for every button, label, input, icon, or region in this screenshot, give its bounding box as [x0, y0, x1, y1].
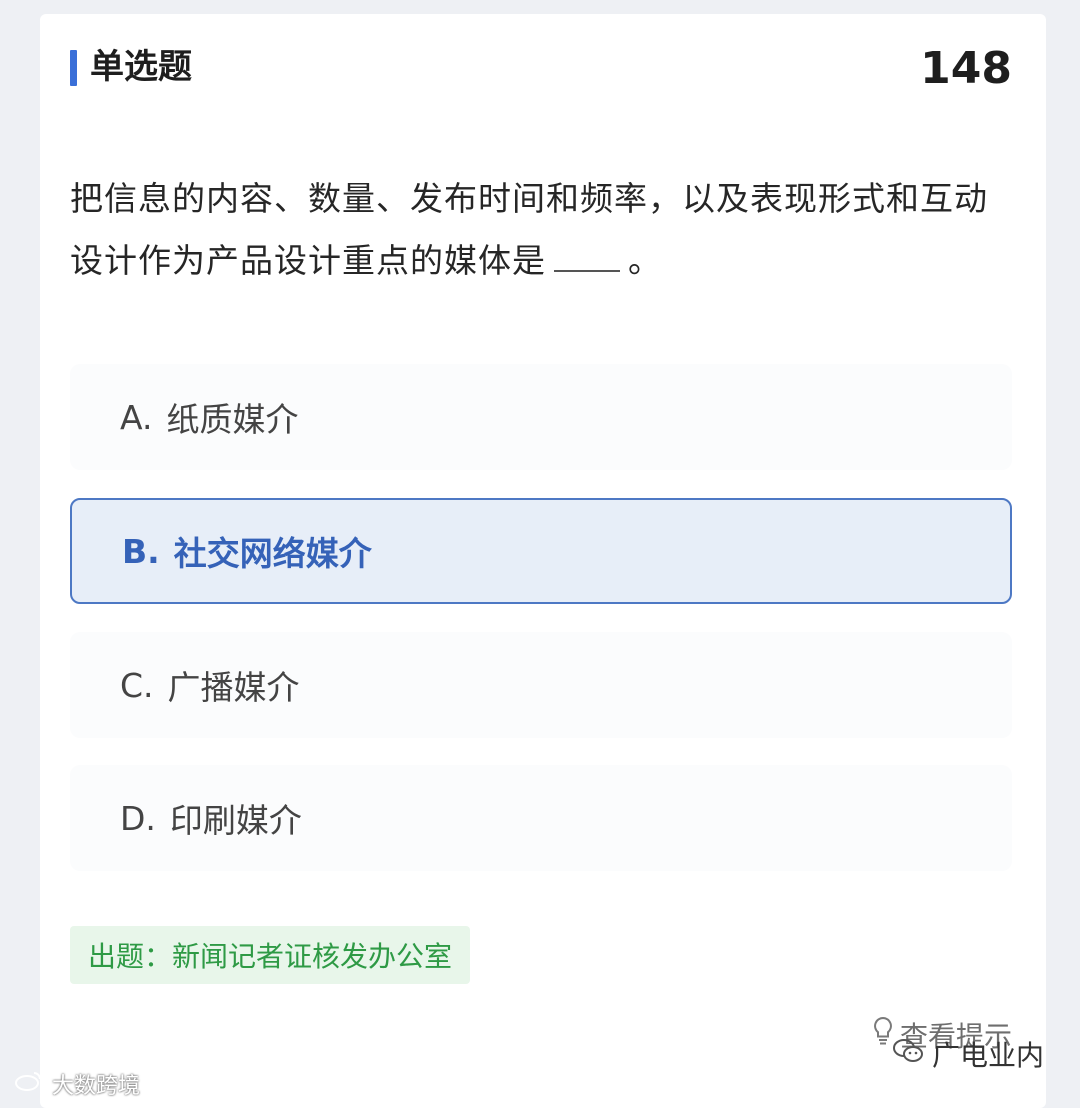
question-number: 148: [920, 43, 1012, 94]
watermark-left-text: 大数跨境: [52, 1074, 141, 1099]
wechat-icon: [892, 1037, 932, 1072]
answer-blank: [554, 240, 620, 272]
question-stem: 把信息的内容、数量、发布时间和频率，以及表现形式和互动设计作为产品设计重点的媒体…: [70, 179, 988, 280]
question-text: 把信息的内容、数量、发布时间和频率，以及表现形式和互动设计作为产品设计重点的媒体…: [70, 168, 1020, 292]
option-d[interactable]: D. 印刷媒介: [70, 765, 1012, 871]
watermark-left: 大数跨境: [14, 1068, 140, 1100]
section-accent-bar: [70, 50, 77, 86]
source-badge: 出题：新闻记者证核发办公室: [70, 926, 471, 984]
option-b[interactable]: B. 社交网络媒介: [70, 498, 1012, 604]
option-letter: B.: [122, 531, 160, 571]
lightbulb-icon: [872, 1016, 894, 1057]
option-label: 纸质媒介: [166, 400, 299, 439]
option-letter: C.: [120, 665, 154, 705]
option-label: 印刷媒介: [169, 801, 302, 840]
option-letter: A.: [120, 397, 153, 437]
watermark-right: 广电业内: [892, 1034, 1044, 1074]
option-c[interactable]: C. 广播媒介: [70, 632, 1012, 738]
option-label: 社交网络媒介: [173, 534, 372, 573]
option-letter: D.: [120, 798, 156, 838]
question-type-label: 单选题: [90, 47, 192, 87]
question-end-punct: 。: [628, 241, 662, 280]
weibo-icon: [14, 1070, 52, 1098]
option-a[interactable]: A. 纸质媒介: [70, 364, 1012, 470]
option-label: 广播媒介: [167, 668, 300, 707]
watermark-right-text: 广电业内: [931, 1039, 1044, 1072]
